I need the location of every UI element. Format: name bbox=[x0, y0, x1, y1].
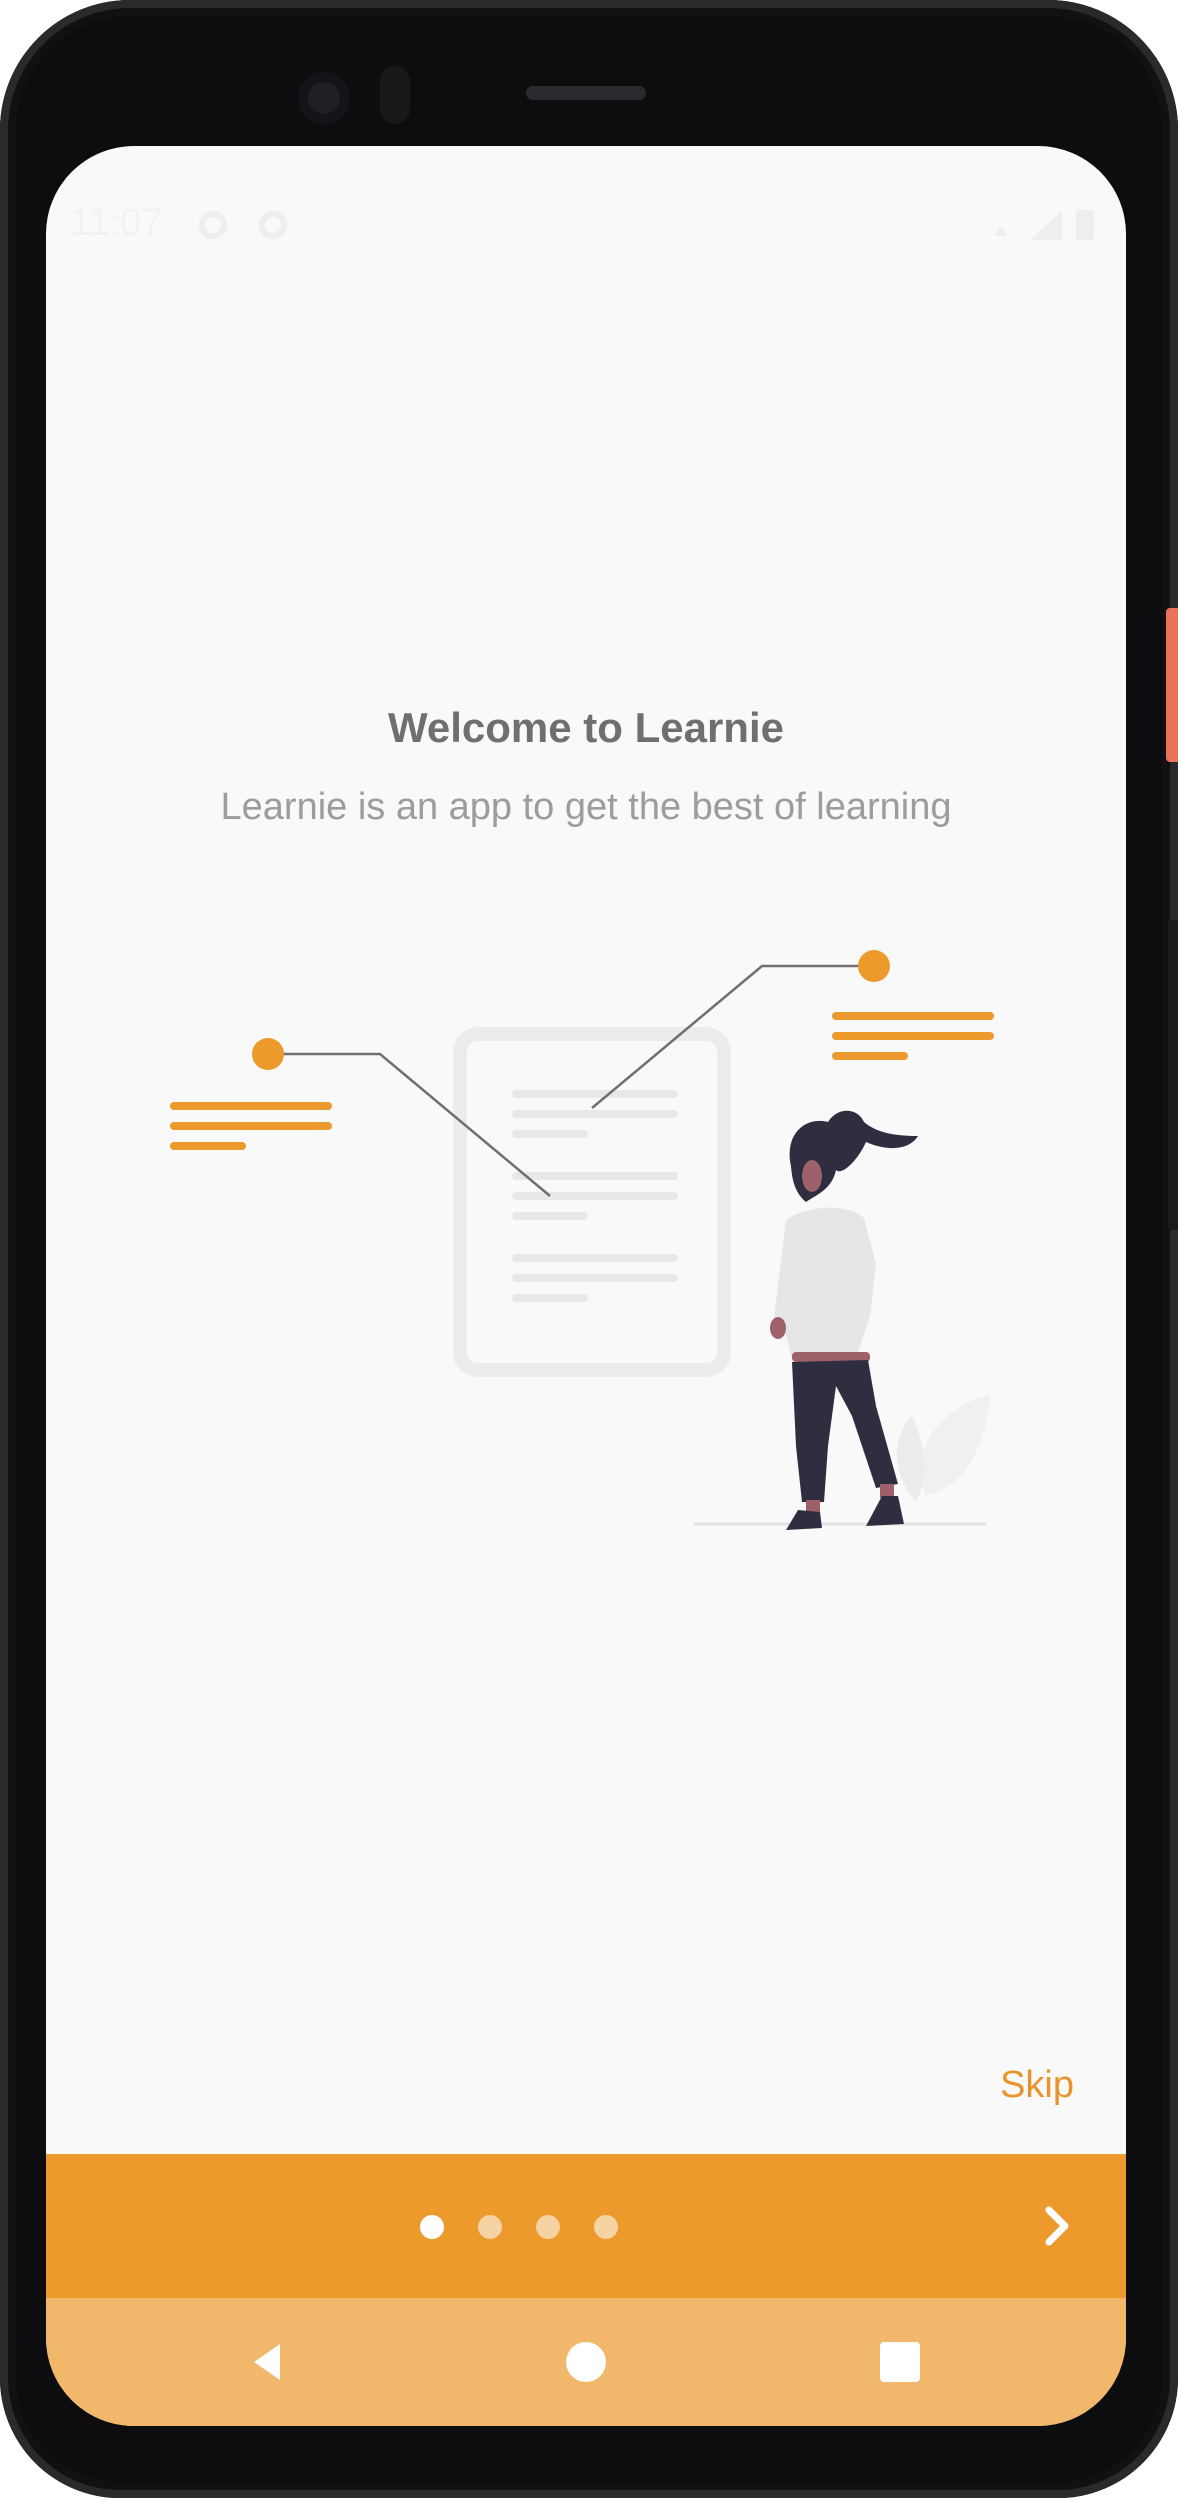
front-camera bbox=[298, 72, 350, 124]
page-dot-active[interactable] bbox=[420, 2215, 444, 2239]
volume-button bbox=[1168, 920, 1178, 1230]
earpiece-speaker bbox=[526, 86, 646, 100]
page-dot[interactable] bbox=[478, 2215, 502, 2239]
back-icon[interactable] bbox=[244, 2338, 292, 2386]
proximity-sensor bbox=[380, 66, 410, 124]
phone-frame: 11:07 Welcome to Learnie Learnie is an a… bbox=[0, 0, 1178, 2498]
woman-illustration bbox=[770, 1110, 918, 1530]
page-dot[interactable] bbox=[594, 2215, 618, 2239]
recents-icon[interactable] bbox=[876, 2338, 924, 2386]
document-illustration bbox=[453, 1027, 731, 1377]
page-dot[interactable] bbox=[536, 2215, 560, 2239]
app-screen: 11:07 Welcome to Learnie Learnie is an a… bbox=[46, 146, 1126, 2426]
skip-button[interactable]: Skip bbox=[1000, 2064, 1074, 2107]
onboarding-bottom-bar bbox=[46, 2154, 1126, 2298]
plant-illustration bbox=[896, 1394, 990, 1502]
chevron-right-icon[interactable] bbox=[1026, 2194, 1090, 2258]
home-icon[interactable] bbox=[562, 2338, 610, 2386]
left-callout bbox=[170, 1038, 551, 1197]
onboarding-illustration bbox=[170, 950, 994, 1530]
page-indicator bbox=[46, 2154, 1126, 2298]
system-nav-bar bbox=[46, 2298, 1126, 2426]
power-button bbox=[1166, 608, 1178, 762]
